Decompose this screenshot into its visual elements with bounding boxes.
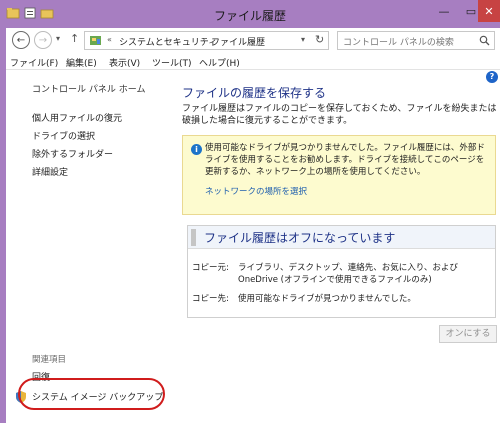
related-topics-heading: 関連項目 bbox=[32, 355, 67, 365]
search-placeholder: コントロール パネルの検索 bbox=[343, 38, 454, 48]
sidebar-item-exclude-folders[interactable]: 除外するフォルダー bbox=[32, 147, 113, 160]
warning-text: 使用可能なドライブが見つかりませんでした。ファイル履歴には、外部ドライブを使用す… bbox=[205, 143, 485, 177]
no-drive-warning-box: i 使用可能なドライブが見つかりませんでした。ファイル履歴には、外部ドライブを使… bbox=[182, 135, 496, 215]
sidebar-item-select-drive[interactable]: ドライブの選択 bbox=[32, 129, 95, 142]
address-box[interactable]: « システムとセキュリティ › ファイル履歴 ▾ ↻ bbox=[84, 31, 329, 50]
forward-button[interactable]: → bbox=[34, 31, 52, 49]
copy-to-value: 使用可能なドライブが見つかりませんでした。 bbox=[238, 294, 416, 304]
status-header: ファイル履歴はオフになっています bbox=[188, 226, 495, 249]
sidebar-item-advanced-settings[interactable]: 詳細設定 bbox=[32, 165, 68, 178]
copy-to-label: コピー先: bbox=[192, 294, 229, 304]
menu-bar: ファイル(F) 編集(E) 表示(V) ツール(T) ヘルプ(H) bbox=[6, 54, 500, 70]
info-icon: i bbox=[191, 144, 202, 155]
menu-file[interactable]: ファイル(F) bbox=[10, 56, 58, 69]
page-description: ファイル履歴はファイルのコピーを保存しておくため、ファイルを紛失または破損した場… bbox=[182, 104, 497, 126]
status-indicator-bar bbox=[191, 229, 196, 246]
explorer-client-area: ← → ▾ ↑ « システムとセキュリティ › ファイル履歴 ▾ ↻ コントロー… bbox=[6, 28, 500, 423]
page-title: ファイルの履歴を保存する bbox=[182, 86, 327, 100]
recent-locations-dropdown[interactable]: ▾ bbox=[56, 34, 60, 43]
menu-tools[interactable]: ツール(T) bbox=[152, 56, 192, 69]
title-bar[interactable]: ファイル履歴 — ▭ ✕ bbox=[0, 0, 500, 28]
search-input[interactable]: コントロール パネルの検索 bbox=[337, 31, 495, 50]
left-navigation-pane: コントロール パネル ホーム 個人用ファイルの復元 ドライブの選択 除外するフォ… bbox=[6, 70, 172, 423]
minimize-button[interactable]: — bbox=[431, 0, 457, 22]
breadcrumb-file-history[interactable]: ファイル履歴 bbox=[211, 35, 265, 48]
up-button[interactable]: ↑ bbox=[70, 32, 79, 45]
menu-edit[interactable]: 編集(E) bbox=[66, 56, 97, 69]
close-button[interactable]: ✕ bbox=[478, 0, 500, 22]
window-frame: ファイル履歴 — ▭ ✕ ← → ▾ ↑ « システムとセキュリティ › ファイ… bbox=[0, 0, 500, 423]
status-title: ファイル履歴はオフになっています bbox=[204, 231, 396, 245]
menu-help[interactable]: ヘルプ(H) bbox=[199, 56, 240, 69]
address-bar-row: ← → ▾ ↑ « システムとセキュリティ › ファイル履歴 ▾ ↻ コントロー… bbox=[6, 28, 500, 54]
window-title: ファイル履歴 bbox=[213, 9, 286, 23]
sidebar-item-control-panel-home[interactable]: コントロール パネル ホーム bbox=[32, 82, 145, 95]
copy-from-label: コピー元: bbox=[192, 263, 229, 273]
copy-from-value: ライブラリ、デスクトップ、連絡先、お気に入り、および OneDrive (オフラ… bbox=[238, 263, 458, 285]
back-button[interactable]: ← bbox=[12, 31, 30, 49]
search-icon[interactable] bbox=[479, 35, 490, 46]
file-history-status-panel: ファイル履歴はオフになっています コピー元: ライブラリ、デスクトップ、連絡先、… bbox=[187, 225, 496, 318]
control-panel-icon bbox=[90, 36, 101, 45]
address-dropdown-icon[interactable]: ▾ bbox=[301, 35, 305, 44]
select-network-location-link[interactable]: ネットワークの場所を選択 bbox=[205, 185, 307, 197]
breadcrumb-separator[interactable]: › bbox=[202, 35, 205, 44]
menu-view[interactable]: 表示(V) bbox=[109, 56, 140, 69]
sidebar-item-restore-files[interactable]: 個人用ファイルの復元 bbox=[32, 111, 122, 124]
turn-on-button[interactable]: オンにする bbox=[439, 325, 497, 343]
breadcrumb-overflow[interactable]: « bbox=[107, 35, 112, 44]
red-highlight-circle bbox=[18, 378, 165, 410]
refresh-icon[interactable]: ↻ bbox=[315, 33, 324, 46]
help-icon[interactable]: ? bbox=[486, 71, 498, 83]
